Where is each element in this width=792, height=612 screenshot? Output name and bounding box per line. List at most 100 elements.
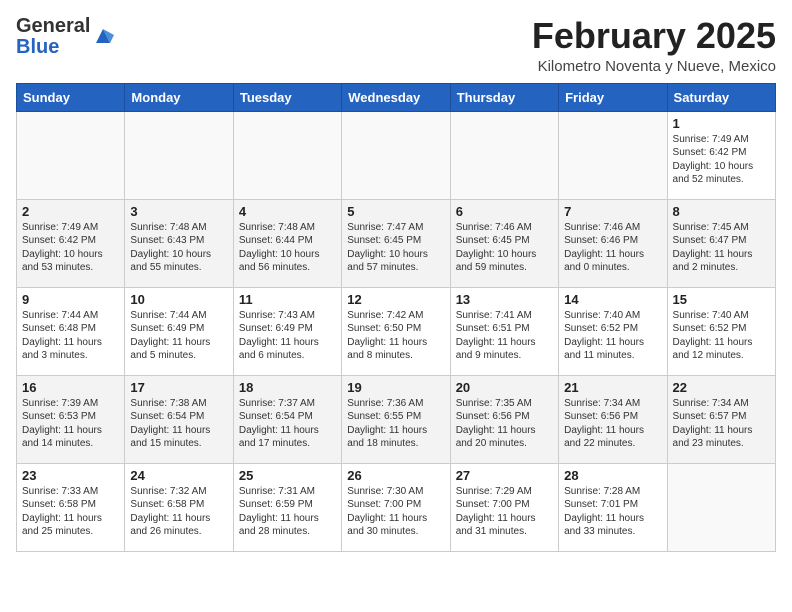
- day-info: Sunrise: 7:33 AM Sunset: 6:58 PM Dayligh…: [22, 485, 119, 539]
- day-number: 6: [456, 204, 553, 219]
- day-info: Sunrise: 7:37 AM Sunset: 6:54 PM Dayligh…: [239, 397, 336, 451]
- day-info: Sunrise: 7:38 AM Sunset: 6:54 PM Dayligh…: [130, 397, 227, 451]
- day-info: Sunrise: 7:39 AM Sunset: 6:53 PM Dayligh…: [22, 397, 119, 451]
- day-info: Sunrise: 7:41 AM Sunset: 6:51 PM Dayligh…: [456, 309, 553, 363]
- calendar-cell: [450, 111, 558, 199]
- weekday-header-sunday: Sunday: [17, 83, 125, 111]
- location-subtitle: Kilometro Noventa y Nueve, Mexico: [532, 58, 776, 75]
- calendar-cell: 14 Sunrise: 7:40 AM Sunset: 6:52 PM Dayli…: [559, 287, 667, 375]
- day-number: 18: [239, 380, 336, 395]
- day-info: Sunrise: 7:48 AM Sunset: 6:43 PM Dayligh…: [130, 221, 227, 275]
- day-number: 7: [564, 204, 661, 219]
- day-info: Sunrise: 7:30 AM Sunset: 7:00 PM Dayligh…: [347, 485, 444, 539]
- day-info: Sunrise: 7:28 AM Sunset: 7:01 PM Dayligh…: [564, 485, 661, 539]
- logo-blue: Blue: [16, 37, 90, 58]
- calendar-cell: 18 Sunrise: 7:37 AM Sunset: 6:54 PM Dayli…: [233, 375, 341, 463]
- calendar-cell: 1 Sunrise: 7:49 AM Sunset: 6:42 PM Daylig…: [667, 111, 775, 199]
- calendar-cell: 2 Sunrise: 7:49 AM Sunset: 6:42 PM Daylig…: [17, 199, 125, 287]
- day-info: Sunrise: 7:49 AM Sunset: 6:42 PM Dayligh…: [673, 133, 770, 187]
- calendar-week-row: 1 Sunrise: 7:49 AM Sunset: 6:42 PM Daylig…: [17, 111, 776, 199]
- day-number: 3: [130, 204, 227, 219]
- calendar-cell: 22 Sunrise: 7:34 AM Sunset: 6:57 PM Dayli…: [667, 375, 775, 463]
- day-number: 14: [564, 292, 661, 307]
- day-info: Sunrise: 7:43 AM Sunset: 6:49 PM Dayligh…: [239, 309, 336, 363]
- day-info: Sunrise: 7:40 AM Sunset: 6:52 PM Dayligh…: [673, 309, 770, 363]
- day-number: 21: [564, 380, 661, 395]
- calendar-cell: 19 Sunrise: 7:36 AM Sunset: 6:55 PM Dayli…: [342, 375, 450, 463]
- month-year-title: February 2025: [532, 16, 776, 56]
- calendar-cell: 23 Sunrise: 7:33 AM Sunset: 6:58 PM Dayli…: [17, 463, 125, 551]
- calendar-cell: 20 Sunrise: 7:35 AM Sunset: 6:56 PM Dayli…: [450, 375, 558, 463]
- day-number: 10: [130, 292, 227, 307]
- day-info: Sunrise: 7:31 AM Sunset: 6:59 PM Dayligh…: [239, 485, 336, 539]
- day-info: Sunrise: 7:34 AM Sunset: 6:57 PM Dayligh…: [673, 397, 770, 451]
- day-number: 13: [456, 292, 553, 307]
- day-number: 9: [22, 292, 119, 307]
- day-info: Sunrise: 7:46 AM Sunset: 6:46 PM Dayligh…: [564, 221, 661, 275]
- calendar-cell: 11 Sunrise: 7:43 AM Sunset: 6:49 PM Dayli…: [233, 287, 341, 375]
- weekday-header-row: SundayMondayTuesdayWednesdayThursdayFrid…: [17, 83, 776, 111]
- calendar-cell: [125, 111, 233, 199]
- calendar-week-row: 23 Sunrise: 7:33 AM Sunset: 6:58 PM Dayli…: [17, 463, 776, 551]
- day-info: Sunrise: 7:49 AM Sunset: 6:42 PM Dayligh…: [22, 221, 119, 275]
- day-info: Sunrise: 7:44 AM Sunset: 6:48 PM Dayligh…: [22, 309, 119, 363]
- day-number: 25: [239, 468, 336, 483]
- day-info: Sunrise: 7:36 AM Sunset: 6:55 PM Dayligh…: [347, 397, 444, 451]
- calendar-cell: [17, 111, 125, 199]
- calendar-cell: [342, 111, 450, 199]
- calendar-cell: 24Sunrise: 7:32 AM Sunset: 6:58 PM Dayli…: [125, 463, 233, 551]
- day-number: 4: [239, 204, 336, 219]
- day-info: Sunrise: 7:40 AM Sunset: 6:52 PM Dayligh…: [564, 309, 661, 363]
- calendar-cell: 28Sunrise: 7:28 AM Sunset: 7:01 PM Dayli…: [559, 463, 667, 551]
- day-number: 12: [347, 292, 444, 307]
- calendar-cell: 6Sunrise: 7:46 AM Sunset: 6:45 PM Daylig…: [450, 199, 558, 287]
- weekday-header-thursday: Thursday: [450, 83, 558, 111]
- day-info: Sunrise: 7:35 AM Sunset: 6:56 PM Dayligh…: [456, 397, 553, 451]
- calendar-cell: 25 Sunrise: 7:31 AM Sunset: 6:59 PM Dayli…: [233, 463, 341, 551]
- logo-icon: [92, 25, 114, 47]
- calendar-cell: 21 Sunrise: 7:34 AM Sunset: 6:56 PM Dayli…: [559, 375, 667, 463]
- calendar-week-row: 2 Sunrise: 7:49 AM Sunset: 6:42 PM Daylig…: [17, 199, 776, 287]
- calendar-week-row: 9 Sunrise: 7:44 AM Sunset: 6:48 PM Daylig…: [17, 287, 776, 375]
- calendar-cell: 7 Sunrise: 7:46 AM Sunset: 6:46 PM Daylig…: [559, 199, 667, 287]
- weekday-header-friday: Friday: [559, 83, 667, 111]
- day-info: Sunrise: 7:47 AM Sunset: 6:45 PM Dayligh…: [347, 221, 444, 275]
- calendar-cell: 3 Sunrise: 7:48 AM Sunset: 6:43 PM Daylig…: [125, 199, 233, 287]
- calendar-cell: 13 Sunrise: 7:41 AM Sunset: 6:51 PM Dayli…: [450, 287, 558, 375]
- weekday-header-tuesday: Tuesday: [233, 83, 341, 111]
- calendar-cell: 17Sunrise: 7:38 AM Sunset: 6:54 PM Dayli…: [125, 375, 233, 463]
- day-number: 8: [673, 204, 770, 219]
- calendar-cell: 4 Sunrise: 7:48 AM Sunset: 6:44 PM Daylig…: [233, 199, 341, 287]
- weekday-header-monday: Monday: [125, 83, 233, 111]
- day-number: 19: [347, 380, 444, 395]
- day-number: 1: [673, 116, 770, 131]
- day-number: 2: [22, 204, 119, 219]
- day-number: 20: [456, 380, 553, 395]
- day-info: Sunrise: 7:29 AM Sunset: 7:00 PM Dayligh…: [456, 485, 553, 539]
- day-number: 15: [673, 292, 770, 307]
- day-number: 24: [130, 468, 227, 483]
- page-header: General Blue February 2025 Kilometro Nov…: [16, 16, 776, 75]
- calendar-cell: 26Sunrise: 7:30 AM Sunset: 7:00 PM Dayli…: [342, 463, 450, 551]
- calendar-week-row: 16Sunrise: 7:39 AM Sunset: 6:53 PM Dayli…: [17, 375, 776, 463]
- calendar-cell: 9 Sunrise: 7:44 AM Sunset: 6:48 PM Daylig…: [17, 287, 125, 375]
- day-info: Sunrise: 7:45 AM Sunset: 6:47 PM Dayligh…: [673, 221, 770, 275]
- day-number: 11: [239, 292, 336, 307]
- logo-general: General: [16, 16, 90, 37]
- calendar-cell: 10 Sunrise: 7:44 AM Sunset: 6:49 PM Dayli…: [125, 287, 233, 375]
- title-block: February 2025 Kilometro Noventa y Nueve,…: [532, 16, 776, 75]
- calendar-cell: [233, 111, 341, 199]
- day-info: Sunrise: 7:34 AM Sunset: 6:56 PM Dayligh…: [564, 397, 661, 451]
- calendar-cell: [667, 463, 775, 551]
- weekday-header-saturday: Saturday: [667, 83, 775, 111]
- day-number: 23: [22, 468, 119, 483]
- calendar-cell: 27Sunrise: 7:29 AM Sunset: 7:00 PM Dayli…: [450, 463, 558, 551]
- calendar-cell: 8 Sunrise: 7:45 AM Sunset: 6:47 PM Daylig…: [667, 199, 775, 287]
- weekday-header-wednesday: Wednesday: [342, 83, 450, 111]
- logo: General Blue: [16, 16, 114, 58]
- day-number: 5: [347, 204, 444, 219]
- day-info: Sunrise: 7:44 AM Sunset: 6:49 PM Dayligh…: [130, 309, 227, 363]
- day-number: 22: [673, 380, 770, 395]
- calendar-cell: [559, 111, 667, 199]
- day-info: Sunrise: 7:48 AM Sunset: 6:44 PM Dayligh…: [239, 221, 336, 275]
